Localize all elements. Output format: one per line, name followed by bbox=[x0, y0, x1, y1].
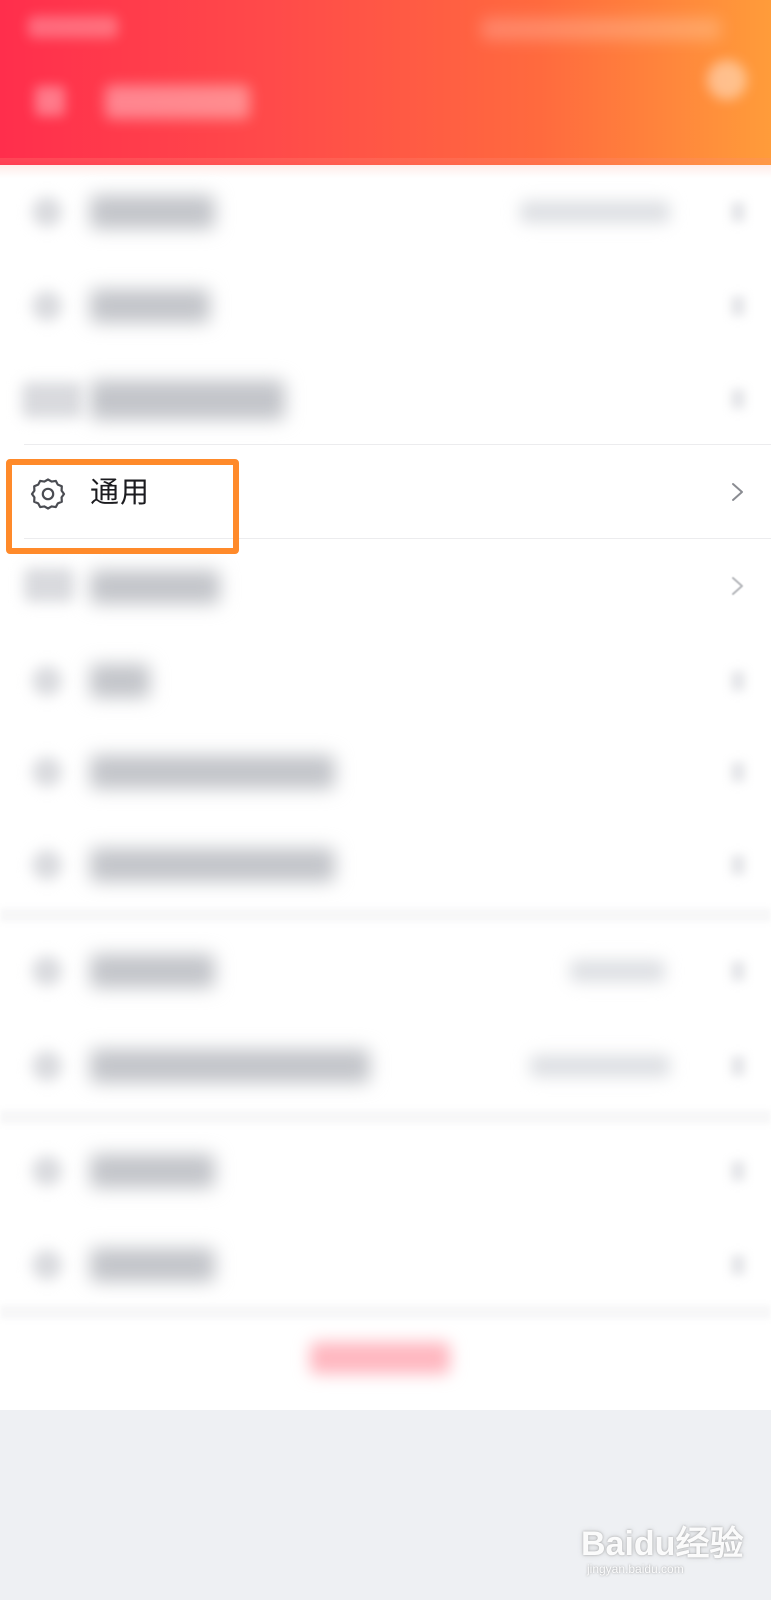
chevron-right-icon bbox=[731, 762, 745, 782]
divider bbox=[24, 538, 771, 539]
settings-row-2[interactable] bbox=[0, 259, 771, 353]
settings-row-10[interactable] bbox=[0, 1019, 771, 1113]
watermark-url: jingyan.baidu.com bbox=[587, 1562, 684, 1576]
chevron-right-icon bbox=[731, 1255, 745, 1275]
settings-row-3[interactable] bbox=[0, 352, 771, 446]
chevron-right-icon bbox=[731, 1161, 745, 1181]
row-icon bbox=[32, 850, 62, 880]
row-icon bbox=[32, 1250, 62, 1280]
chevron-right-icon bbox=[731, 296, 745, 316]
settings-row-1[interactable] bbox=[0, 165, 771, 259]
gear-icon bbox=[30, 478, 66, 510]
chevron-right-icon bbox=[732, 577, 743, 595]
chevron-right-icon bbox=[731, 855, 745, 875]
chevron-right-icon bbox=[731, 961, 745, 981]
section-gap bbox=[0, 1305, 771, 1319]
row-label bbox=[90, 755, 335, 789]
row-label bbox=[90, 289, 210, 323]
page-title bbox=[105, 85, 250, 119]
header-action-icon[interactable] bbox=[707, 60, 747, 100]
chevron-right-icon bbox=[731, 1056, 745, 1076]
settings-row-11[interactable] bbox=[0, 1124, 771, 1218]
settings-row-5[interactable] bbox=[0, 540, 771, 634]
settings-row-8[interactable] bbox=[0, 818, 771, 912]
row-label bbox=[90, 380, 285, 420]
chevron-right-icon bbox=[731, 202, 745, 222]
row-icon bbox=[32, 1156, 62, 1186]
section-gap bbox=[0, 1110, 771, 1124]
row-label bbox=[90, 1154, 215, 1188]
row-value bbox=[570, 960, 665, 982]
settings-row-general[interactable]: 通用 bbox=[0, 446, 771, 538]
row-value bbox=[530, 1055, 670, 1077]
row-label bbox=[90, 664, 150, 698]
app-header bbox=[0, 0, 771, 165]
status-bar-time bbox=[28, 16, 118, 38]
back-icon[interactable] bbox=[35, 86, 65, 116]
row-icon bbox=[32, 197, 62, 227]
row-label bbox=[90, 1248, 215, 1282]
status-bar-indicators bbox=[481, 18, 721, 40]
row-label bbox=[90, 848, 335, 882]
divider bbox=[24, 444, 771, 445]
row-value bbox=[520, 201, 670, 223]
row-icon bbox=[22, 382, 82, 418]
general-label: 通用 bbox=[90, 475, 151, 509]
row-label bbox=[90, 195, 215, 229]
chevron-right-icon bbox=[732, 483, 743, 501]
row-label bbox=[90, 1049, 370, 1083]
settings-row-6[interactable] bbox=[0, 634, 771, 728]
chevron-right-icon bbox=[731, 389, 745, 409]
settings-row-12[interactable] bbox=[0, 1218, 771, 1312]
chevron-right-icon bbox=[731, 671, 745, 691]
section-gap bbox=[0, 908, 771, 922]
row-icon bbox=[32, 1051, 62, 1081]
row-label bbox=[90, 954, 215, 988]
row-icon bbox=[32, 666, 62, 696]
watermark: Baidu经验 jingyan.baidu.com bbox=[581, 1516, 743, 1582]
row-icon bbox=[32, 291, 62, 321]
row-icon bbox=[32, 757, 62, 787]
settings-row-9[interactable] bbox=[0, 924, 771, 1018]
row-icon bbox=[32, 956, 62, 986]
row-label bbox=[90, 570, 220, 604]
logout-button[interactable] bbox=[310, 1342, 450, 1374]
settings-row-7[interactable] bbox=[0, 725, 771, 819]
row-icon bbox=[24, 568, 74, 602]
watermark-brand: Baidu经验 bbox=[581, 1525, 744, 1563]
